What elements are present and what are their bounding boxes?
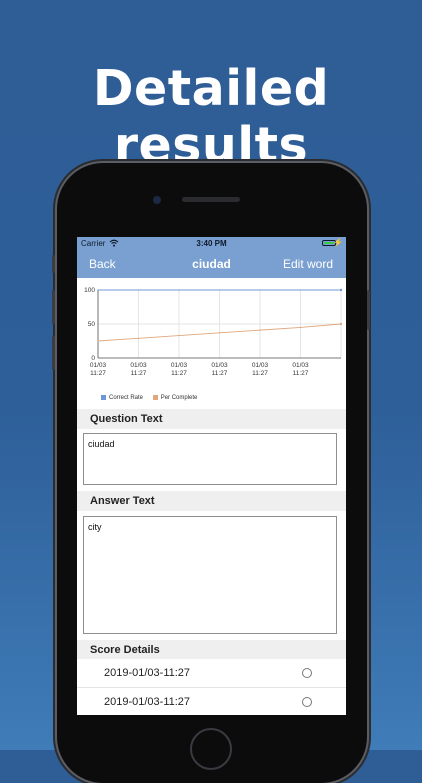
answer-text-field[interactable]: city — [83, 516, 337, 634]
x-tick-label: 01/03 11:27 — [90, 362, 107, 377]
y-tick-label: 50 — [88, 321, 96, 328]
charging-icon: ⚡ — [333, 238, 343, 247]
navigation-bar: Back ciudad Edit word — [77, 250, 346, 278]
progress-chart: 100 50 0 01/03 11:27 01/03 11:27 01/03 11:27 01/0… — [77, 278, 346, 408]
answer-header-label: Answer Text — [90, 495, 155, 507]
status-bar: Carrier 3:40 PM ⚡ — [77, 237, 346, 250]
silent-switch — [52, 255, 55, 273]
legend-item-per-complete: Per Complete — [152, 395, 198, 402]
score-row[interactable]: 2019-01/03-11:27 — [77, 688, 346, 715]
legend-swatch-per-complete — [152, 395, 158, 400]
volume-up-button — [52, 290, 55, 324]
data-point — [218, 289, 221, 291]
legend-item-correct-rate: Correct Rate — [101, 395, 143, 401]
data-point — [259, 289, 261, 291]
status-time: 3:40 PM — [196, 239, 227, 248]
data-point — [299, 289, 302, 291]
data-point — [178, 289, 180, 291]
x-tick-label: 01/03 11:27 — [171, 362, 188, 377]
app-screen: Carrier 3:40 PM ⚡ Back ciudad Edit word … — [77, 237, 346, 715]
data-point — [339, 322, 343, 326]
data-point — [97, 289, 99, 291]
legend-label-correct-rate: Correct Rate — [109, 395, 144, 402]
earpiece-speaker — [182, 197, 240, 202]
question-text-field[interactable]: ciudad — [83, 433, 337, 485]
question-section-header: Question Text — [77, 409, 346, 429]
data-point — [218, 332, 221, 334]
data-point — [339, 288, 343, 292]
data-point — [97, 340, 99, 342]
score-date: 2019-01/03-11:27 — [104, 667, 191, 679]
edit-word-button[interactable]: Edit word — [283, 257, 333, 271]
score-row[interactable]: 2019-01/03-11:27 — [77, 659, 346, 688]
data-point — [178, 334, 180, 337]
score-date: 2019-01/03-11:27 — [104, 696, 191, 708]
answer-section-header: Answer Text — [77, 491, 346, 511]
x-tick-label: 01/03 11:27 — [292, 362, 309, 377]
data-point — [137, 337, 140, 339]
x-tick-label: 01/03 11:27 — [130, 362, 147, 377]
x-tick-label: 01/03 11:27 — [211, 362, 228, 377]
data-point — [299, 326, 302, 328]
home-button[interactable] — [190, 728, 232, 770]
legend-label-per-complete: Per Complete — [160, 395, 198, 402]
x-tick-label: 01/03 11:27 — [252, 362, 269, 377]
chart-svg: 10050001/03 11:2701/03 11:2701/03 11:2701/0… — [84, 287, 343, 377]
radio-button[interactable] — [302, 697, 312, 707]
power-button — [367, 290, 370, 330]
y-tick-label: 100 — [84, 287, 95, 294]
score-section-header: Score Details — [77, 640, 346, 659]
chart-legend: Correct Rate Per Complete — [101, 395, 205, 401]
score-header-label: Score Details — [90, 644, 160, 656]
y-tick-label: 0 — [91, 355, 95, 362]
data-point — [259, 329, 261, 331]
headline: Detailed results — [92, 60, 330, 174]
legend-swatch-correct-rate — [101, 395, 106, 400]
question-header-label: Question Text — [90, 413, 163, 425]
data-point — [137, 289, 140, 291]
front-camera — [153, 196, 161, 204]
volume-down-button — [52, 336, 55, 370]
radio-button[interactable] — [302, 668, 312, 678]
